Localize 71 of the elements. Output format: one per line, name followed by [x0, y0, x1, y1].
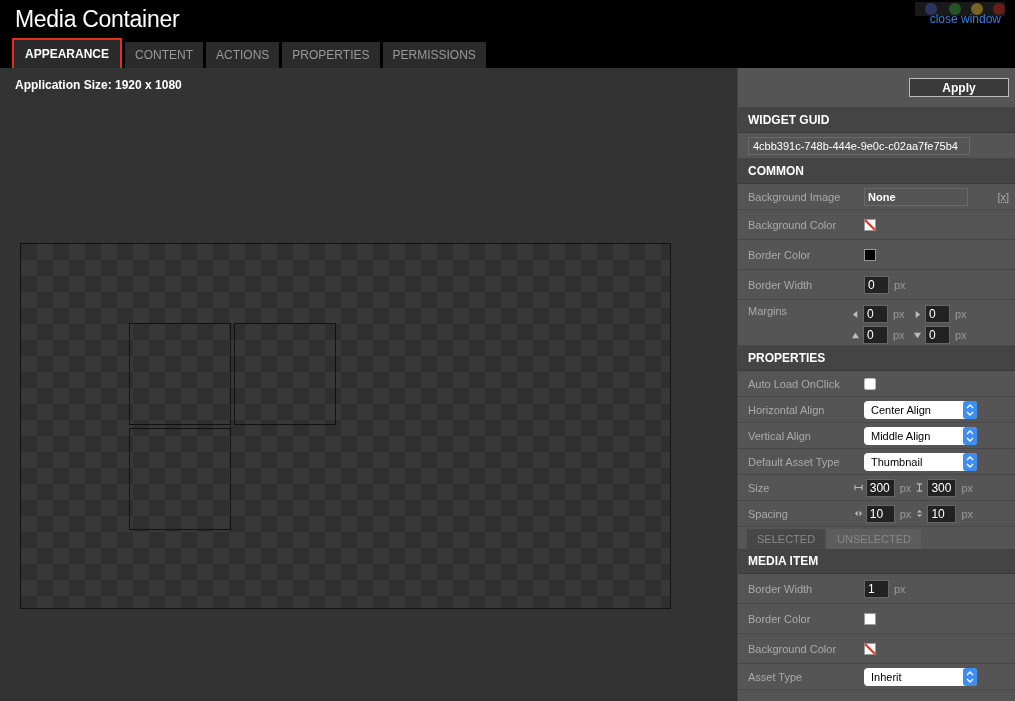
arrow-icon [851, 330, 860, 340]
select-dropdown[interactable]: Middle Align [864, 426, 977, 445]
application-size-label: Application Size: 1920 x 1080 [15, 78, 183, 92]
guid-field[interactable]: 4cbb391c-748b-444e-9e0c-c02aa7fe75b4 [748, 136, 970, 155]
field-label: Asset Type [748, 670, 804, 683]
field-label: Horizontal Align [748, 403, 826, 416]
number-field[interactable]: 10 [927, 504, 957, 523]
unit-label: px [899, 481, 912, 494]
unit-label: px [961, 481, 973, 494]
number-field[interactable]: 0 [925, 305, 950, 323]
number-field[interactable]: 0 [863, 305, 888, 323]
unit-label: px [893, 329, 905, 341]
field-label: Background Color [748, 642, 838, 655]
field-label: Spacing [748, 507, 789, 520]
unit-label: px [893, 308, 905, 320]
field-label: Size [748, 481, 771, 494]
number-field[interactable]: 300 [865, 478, 895, 497]
apply-button[interactable]: Apply [909, 78, 1009, 97]
unit-label: px [955, 308, 967, 320]
number-field[interactable]: 0 [863, 326, 888, 344]
arrow-icon [851, 309, 860, 319]
unit-label: px [955, 329, 967, 341]
close-window-link[interactable]: close window [929, 12, 1001, 26]
window-title: Media Container [15, 6, 180, 33]
checkbox[interactable] [864, 377, 876, 390]
field-label: Border Width [748, 582, 814, 595]
field-label: Border Color [748, 248, 812, 261]
number-field[interactable]: 10 [865, 504, 895, 523]
field-label: Vertical Align [748, 429, 812, 442]
number-field[interactable]: 1 [864, 579, 889, 598]
section-header: MEDIA ITEM [738, 549, 1015, 574]
tab[interactable]: CONTENT [125, 42, 203, 68]
select-dropdown[interactable]: Thumbnail [864, 452, 977, 471]
field-label: Border Width [748, 278, 814, 291]
tab[interactable]: APPEARANCE [12, 38, 122, 68]
unit-label: px [894, 278, 906, 291]
section-header: WIDGET GUID [738, 108, 1015, 133]
number-field[interactable]: 0 [864, 275, 889, 294]
chevron-updown-icon [963, 667, 977, 686]
number-field[interactable]: 0 [925, 326, 950, 344]
chevron-updown-icon [963, 400, 977, 419]
select-dropdown[interactable]: Center Align [864, 400, 977, 419]
arrow-icon [913, 309, 922, 319]
unit-label: px [899, 507, 912, 520]
arrow-icon [913, 330, 922, 340]
field-label: Border Color [748, 612, 812, 625]
number-field[interactable]: 300 [927, 478, 957, 497]
no-color-swatch[interactable] [864, 642, 876, 655]
field-label: Background Image [748, 190, 842, 203]
section-header: COMMON [738, 159, 1015, 184]
unit-label: px [961, 507, 973, 520]
dimension-icon [853, 483, 863, 492]
tab[interactable]: PERMISSIONS [382, 42, 486, 68]
tab[interactable]: ACTIONS [206, 42, 280, 68]
text-field[interactable]: None [864, 187, 968, 206]
tab[interactable]: PROPERTIES [282, 42, 380, 68]
arrow-icon [853, 509, 863, 518]
select-dropdown[interactable]: Inherit [864, 667, 977, 686]
field-label: Margins [748, 305, 789, 317]
unit-label: px [894, 582, 906, 595]
section-header: PROPERTIES [738, 346, 1015, 371]
color-swatch[interactable] [864, 612, 876, 625]
field-label: Default Asset Type [748, 455, 841, 468]
no-color-swatch[interactable] [864, 218, 876, 231]
field-label: Auto Load OnClick [748, 377, 841, 390]
color-swatch[interactable] [864, 248, 876, 261]
chevron-updown-icon [963, 452, 977, 471]
arrow-icon [915, 509, 925, 518]
chevron-updown-icon [963, 426, 977, 445]
field-label: Background Color [748, 218, 838, 231]
dimension-icon [915, 483, 925, 492]
